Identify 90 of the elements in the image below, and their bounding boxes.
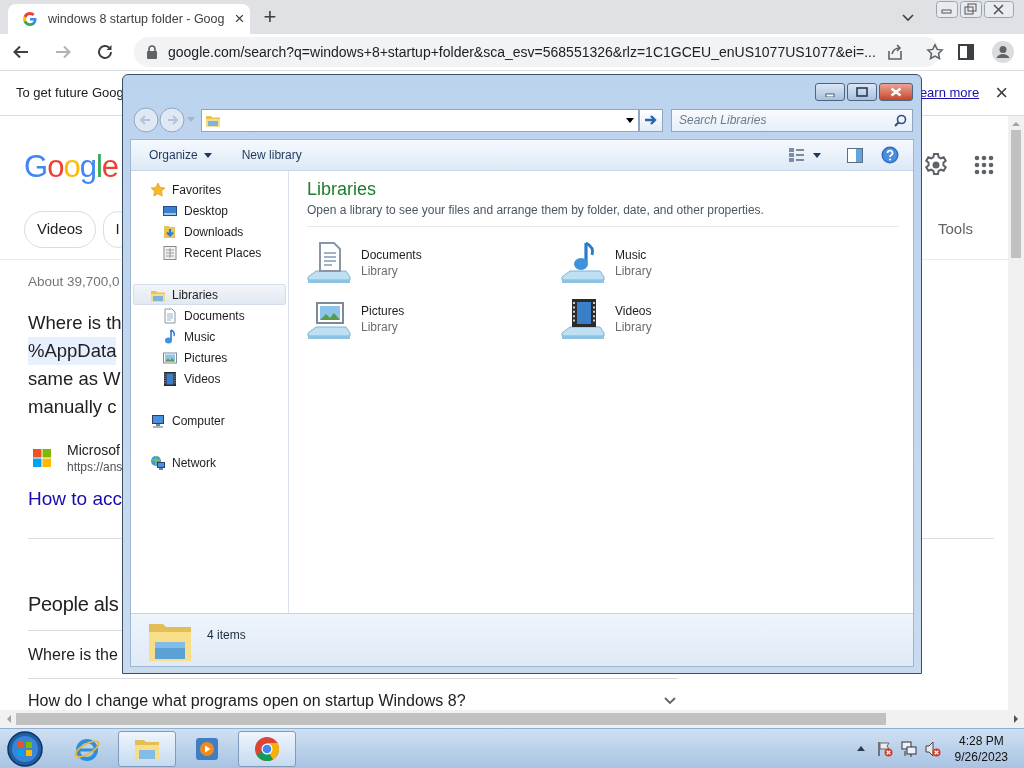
view-list-icon xyxy=(789,148,805,162)
maximize-button[interactable] xyxy=(847,83,877,101)
search-box[interactable]: Search Libraries xyxy=(671,108,913,132)
source-name: Microsof xyxy=(67,441,121,459)
browser-tab[interactable]: windows 8 startup folder - Goog × xyxy=(8,4,250,34)
nav-item[interactable]: Desktop xyxy=(133,200,286,221)
tab-title: windows 8 startup folder - Goog xyxy=(48,10,225,28)
film-icon xyxy=(162,370,178,387)
scroll-right-icon[interactable] xyxy=(1013,715,1019,723)
google-logo[interactable]: Google xyxy=(24,150,118,184)
pane-heading: Libraries xyxy=(307,178,378,201)
answer-text: manually c xyxy=(28,395,117,419)
toolbar-button[interactable]: Organize xyxy=(141,143,220,167)
back-icon[interactable] xyxy=(12,43,30,61)
lock-icon xyxy=(146,45,158,59)
dropdown-caret-icon xyxy=(813,152,821,158)
reload-icon[interactable] xyxy=(96,43,114,61)
minimize-button[interactable] xyxy=(815,83,845,101)
close-button[interactable] xyxy=(879,83,913,101)
clock[interactable]: 4:28 PM 9/26/2023 xyxy=(954,732,1008,765)
library-item[interactable]: Videos Library xyxy=(559,291,815,347)
answer-text: %AppData xyxy=(28,337,117,365)
windows-logo-icon xyxy=(33,449,51,467)
close-button[interactable] xyxy=(984,1,1014,18)
music-note-icon xyxy=(162,328,178,345)
new-tab-button[interactable]: + xyxy=(256,5,284,29)
nav-item[interactable]: Network xyxy=(133,452,286,473)
taskbar-button[interactable] xyxy=(238,730,296,767)
scrollbar-thumb[interactable] xyxy=(1011,130,1021,258)
recent-places-icon xyxy=(162,244,178,261)
star-icon xyxy=(150,181,166,198)
search-icon xyxy=(894,113,907,127)
library-item[interactable]: Music Library xyxy=(559,235,815,291)
chevron-down-icon xyxy=(664,696,676,705)
dropdown-caret-icon xyxy=(203,152,212,158)
preview-pane-icon[interactable] xyxy=(847,147,863,163)
answer-text: Where is th xyxy=(28,311,122,335)
network-icon xyxy=(150,454,166,471)
scrollbar-thumb[interactable] xyxy=(16,713,886,725)
nav-item[interactable]: Computer xyxy=(133,410,286,431)
source-url: https://ans xyxy=(67,459,123,475)
nav-item[interactable]: Libraries xyxy=(133,284,286,305)
nav-item[interactable]: Favorites xyxy=(133,179,286,200)
info-bar-close-button[interactable]: × xyxy=(995,83,1008,103)
apps-grid-icon[interactable] xyxy=(974,155,994,175)
nav-item[interactable]: Downloads xyxy=(133,221,286,242)
document-icon xyxy=(162,307,178,324)
item-count: 4 items xyxy=(207,627,246,644)
google-icon xyxy=(22,11,38,27)
tools-button[interactable]: Tools xyxy=(937,218,973,241)
settings-icon[interactable] xyxy=(924,153,948,177)
chrome-icon xyxy=(253,734,281,763)
side-panel-icon[interactable] xyxy=(958,44,974,60)
share-icon[interactable] xyxy=(885,43,904,61)
taskbar-button[interactable] xyxy=(118,730,176,767)
section-heading: People als xyxy=(28,592,119,617)
volume-muted-icon[interactable] xyxy=(924,740,941,757)
restore-button[interactable] xyxy=(960,1,982,18)
library-item[interactable]: Documents Library xyxy=(305,235,561,291)
horizontal-scrollbar[interactable] xyxy=(0,710,1024,728)
tab-close-button[interactable]: × xyxy=(234,11,245,27)
maximize-icon xyxy=(856,87,868,97)
nav-item[interactable]: Pictures xyxy=(133,347,286,368)
arrow-right-icon xyxy=(644,114,658,126)
vertical-scrollbar[interactable] xyxy=(1008,116,1024,710)
show-hidden-icons-icon[interactable] xyxy=(856,746,865,751)
network-status-icon[interactable] xyxy=(900,740,917,757)
filter-chip[interactable]: Videos xyxy=(24,211,96,248)
start-orb-icon[interactable] xyxy=(6,729,44,768)
result-link[interactable]: How to acc xyxy=(28,485,122,513)
star-icon[interactable] xyxy=(925,43,944,61)
answer-text: same as W xyxy=(28,367,121,391)
nav-item[interactable]: Music xyxy=(133,326,286,347)
pane-description: Open a library to see your files and arrange them by folder, date, and other properties. xyxy=(307,202,765,218)
computer-icon xyxy=(150,412,166,429)
profile-icon[interactable] xyxy=(992,41,1014,63)
nav-item[interactable]: Videos xyxy=(133,368,286,389)
search-field[interactable]: Search Libraries xyxy=(679,111,894,129)
library-item[interactable]: Pictures Library xyxy=(305,291,561,347)
help-icon[interactable] xyxy=(881,146,899,164)
nav-item[interactable]: Recent Places xyxy=(133,242,286,263)
address-field[interactable] xyxy=(201,108,639,132)
go-button[interactable] xyxy=(639,108,663,132)
action-center-flag-icon[interactable] xyxy=(876,740,893,757)
caret-down-icon[interactable] xyxy=(902,14,914,22)
download-folder-icon xyxy=(162,223,178,240)
close-icon xyxy=(890,87,902,97)
toolbar-button[interactable]: New library xyxy=(233,143,310,167)
picture-icon xyxy=(162,349,178,366)
nav-item[interactable]: Documents xyxy=(133,305,286,326)
